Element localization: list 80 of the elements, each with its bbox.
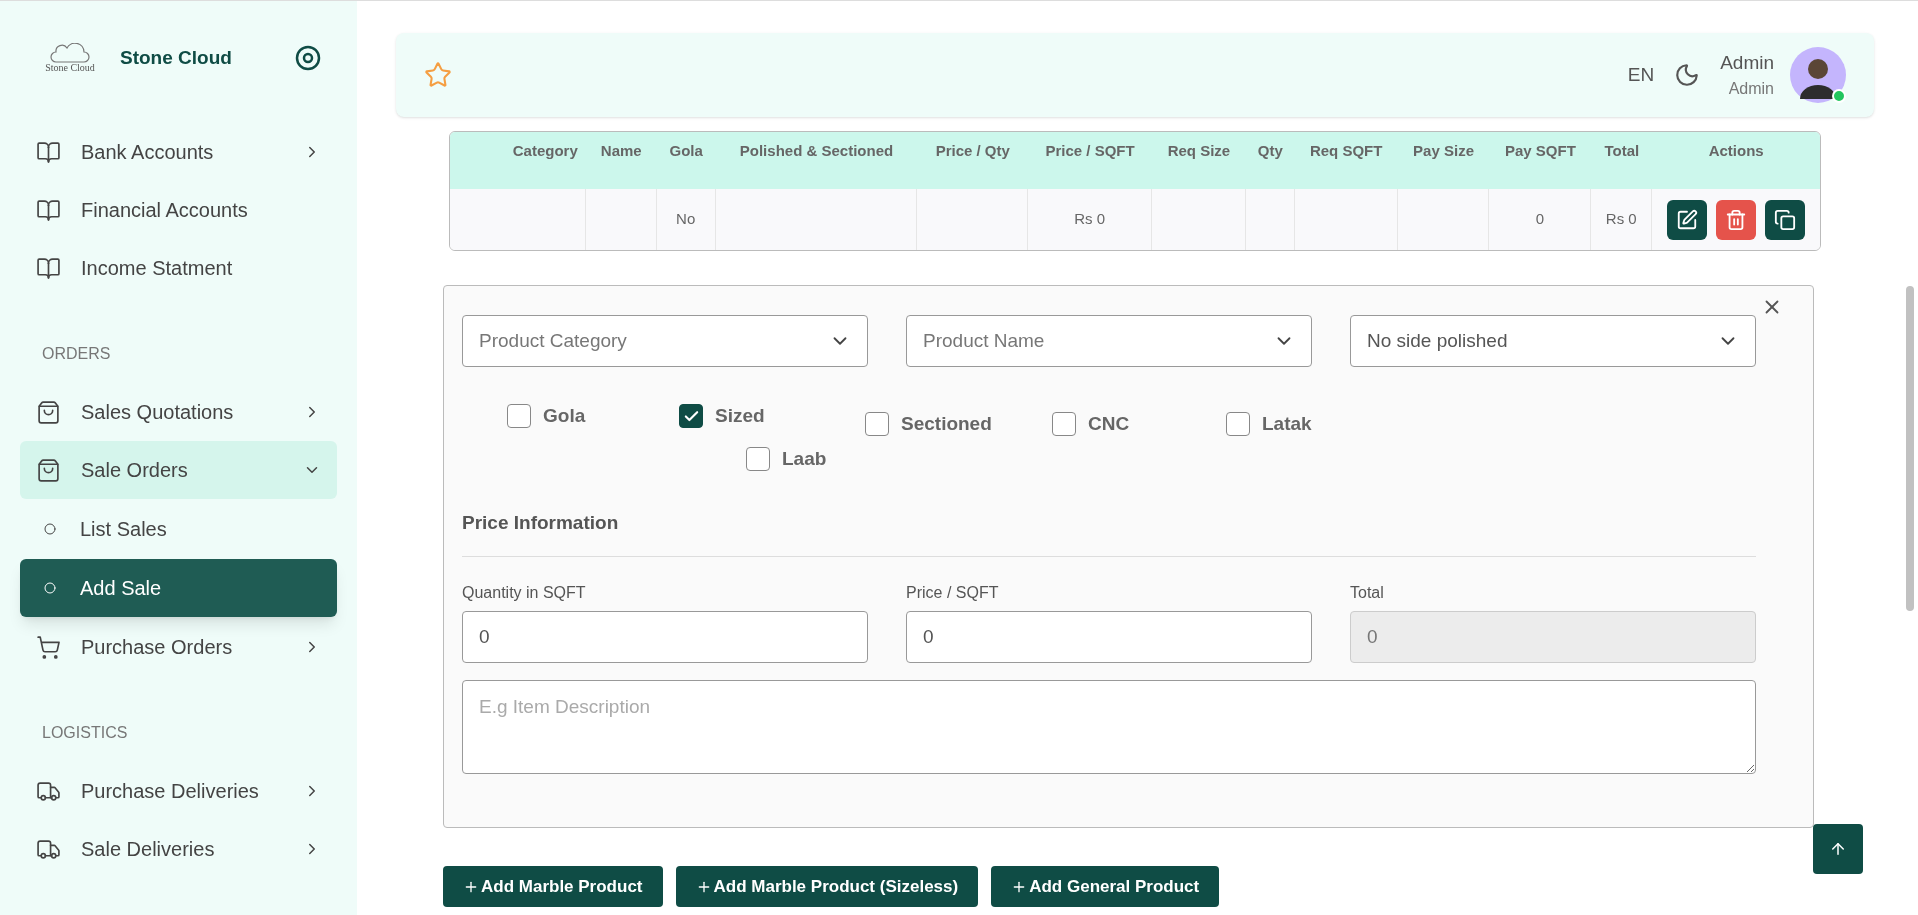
section-heading: LOGISTICS [41,723,129,743]
star-icon[interactable] [424,61,452,89]
circle-icon [44,582,56,594]
scrollbar-thumb[interactable] [1906,286,1914,611]
target-icon [295,45,321,71]
back-to-top-button[interactable] [1813,824,1863,874]
delete-button[interactable] [1716,199,1757,240]
field-label: Price / SQFT [906,582,1000,603]
column-header: Total [1603,141,1641,161]
section-heading: ORDERS [41,344,112,364]
language-toggle[interactable]: EN [1627,60,1655,90]
column-header: Req Size [1166,141,1232,161]
checkbox[interactable] [865,412,889,437]
cloud-logo-icon [50,43,90,63]
sidebar-item[interactable]: Sale Orders [20,441,337,499]
copy-button[interactable] [1765,199,1806,240]
select-field[interactable]: Product Category [462,315,868,367]
select-field[interactable]: Product Name [906,315,1312,367]
book-icon [36,255,61,281]
column-header: Req SQFT [1308,141,1384,161]
checkbox-label: Sectioned [901,412,992,436]
checkbox-label: Sized [715,404,765,428]
sidebar-item[interactable]: Sales Quotations [20,383,337,441]
checkbox-label: Laab [782,447,827,471]
edit-button[interactable] [1667,199,1708,240]
logo-text: Stone Cloud [45,63,95,73]
pencil-icon [1676,208,1699,231]
add-product-button[interactable]: Add Marble Product [443,866,663,907]
book-icon [36,139,61,165]
sidebar-item[interactable]: Sale Deliveries [20,820,337,878]
field-label: Total [1350,582,1385,603]
table-cell: Rs 0 [1591,189,1653,250]
sidebar-item[interactable]: Purchase Orders [20,618,337,676]
table-cell: 0 [1489,189,1592,250]
column-header: Polished & Sectioned [738,141,895,161]
checkbox[interactable] [507,404,531,429]
input-field[interactable]: 0 [906,610,1312,663]
column-header: Name [599,141,643,161]
column-header: Category [511,141,579,161]
checkbox-label: Gola [543,404,586,428]
column-header: Pay SQFT [1504,141,1577,161]
column-header: Price / SQFT [1044,141,1136,161]
add-product-button[interactable]: Add Marble Product (Sizeless) [675,866,979,907]
table-cell: Rs 0 [1028,189,1152,250]
section-title: Price Information [462,511,620,535]
select-field[interactable]: No side polished [1350,315,1756,367]
checkbox-label: Latak [1262,412,1312,436]
bag-icon [36,457,61,483]
column-header: Price / Qty [934,141,1011,161]
bag-icon [36,399,61,425]
sidebar-subitem[interactable]: Add Sale [20,559,337,617]
sidebar-subitem[interactable]: List Sales [20,500,337,558]
column-header: Gola [668,141,704,161]
user-role: Admin [1728,79,1774,100]
avatar[interactable] [1790,47,1846,103]
sidebar-item[interactable]: Bank Accounts [20,123,337,181]
moon-icon[interactable] [1674,62,1701,88]
column-header: Actions [1707,141,1765,161]
sidebar-item[interactable]: Financial Accounts [20,181,337,239]
description-field[interactable]: E.g Item Description [462,679,1756,774]
column-header: Pay Size [1412,141,1475,161]
user-name: Admin [1720,50,1774,75]
book-icon [36,197,61,223]
table-cell: No [656,189,716,250]
checkbox[interactable] [1052,412,1076,437]
checkbox[interactable] [679,404,703,429]
sidebar-item[interactable]: Income Statment [20,239,337,297]
add-product-button[interactable]: Add General Product [991,866,1220,907]
trash-icon [1725,208,1748,231]
checkbox[interactable] [1226,412,1250,437]
copy-icon [1774,208,1797,231]
column-header: Qty [1256,141,1284,161]
field-label: Quantity in SQFT [462,582,587,603]
circle-icon [44,523,56,535]
checkbox-label: CNC [1088,412,1130,436]
checkbox[interactable] [746,447,770,472]
cart-icon [36,634,61,660]
sidebar-item[interactable]: Purchase Deliveries [20,762,337,820]
app-title: Stone Cloud [120,45,233,70]
input-field[interactable]: 0 [462,610,868,663]
